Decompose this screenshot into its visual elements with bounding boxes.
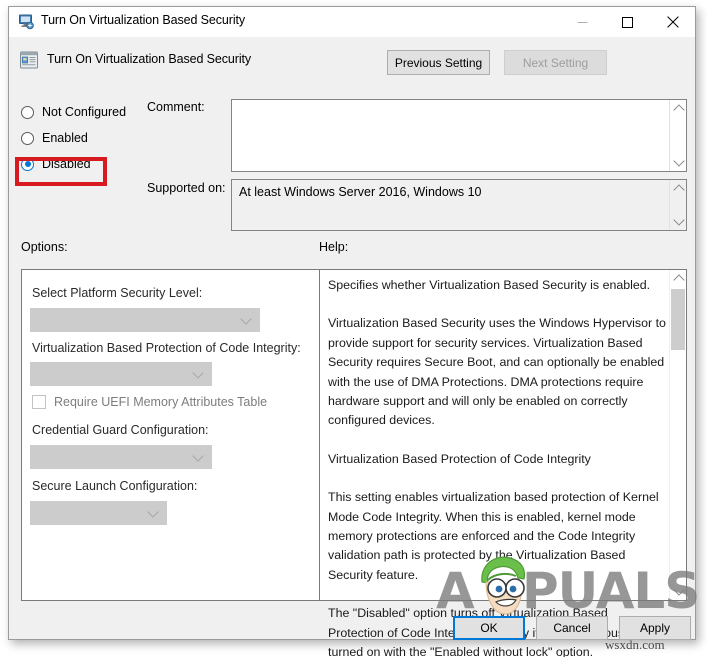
next-setting-button[interactable]: Next Setting (504, 50, 607, 75)
radio-label: Disabled (42, 157, 91, 171)
chevron-down-icon (147, 506, 159, 518)
scroll-down-icon[interactable] (670, 213, 687, 230)
radio-label: Not Configured (42, 105, 127, 119)
scroll-up-icon[interactable] (670, 180, 687, 197)
help-paragraph: Virtualization Based Security uses the W… (328, 316, 666, 428)
chevron-down-icon (192, 367, 204, 379)
setting-navigation: Previous Setting Next Setting (387, 50, 607, 75)
scroll-up-icon[interactable] (670, 270, 687, 287)
help-paragraph: This setting enables virtualization base… (328, 490, 659, 582)
previous-setting-button[interactable]: Previous Setting (387, 50, 490, 75)
configuration-state-group: Not Configured Enabled Disabled (21, 99, 151, 177)
help-panel: Specifies whether Virtualization Based S… (319, 269, 687, 657)
supported-on-label: Supported on: (147, 181, 226, 195)
scrollbar-thumb[interactable] (671, 289, 685, 350)
help-scrollbar[interactable] (669, 270, 686, 600)
checkbox-label: Require UEFI Memory Attributes Table (54, 395, 268, 409)
scroll-down-icon[interactable] (670, 154, 687, 171)
comment-input[interactable] (231, 99, 687, 172)
radio-icon (21, 131, 34, 145)
chevron-down-icon (192, 450, 204, 462)
require-uefi-memory-attributes-checkbox[interactable]: Require UEFI Memory Attributes Table (32, 395, 267, 409)
credential-guard-label: Credential Guard Configuration: (32, 423, 209, 437)
credential-guard-combobox[interactable] (30, 445, 212, 469)
minimize-button[interactable] (560, 7, 605, 37)
maximize-button[interactable] (605, 7, 650, 37)
options-label: Options: (21, 240, 68, 254)
scroll-up-icon[interactable] (670, 100, 687, 117)
radio-selected-icon (21, 157, 34, 171)
code-integrity-protection-combobox[interactable] (30, 362, 212, 386)
policy-setting-icon (18, 14, 35, 30)
options-panel: Select Platform Security Level: Virtuali… (21, 269, 321, 601)
scroll-down-icon[interactable] (670, 583, 687, 600)
comment-label: Comment: (147, 100, 205, 114)
ok-button[interactable]: OK (453, 616, 525, 640)
radio-enabled[interactable]: Enabled (21, 125, 151, 151)
comment-scrollbar[interactable] (669, 100, 686, 171)
help-paragraph: Specifies whether Virtualization Based S… (328, 278, 651, 292)
setting-name: Turn On Virtualization Based Security (47, 52, 252, 66)
help-paragraph: Virtualization Based Protection of Code … (328, 451, 591, 466)
group-policy-setting-dialog: Turn On Virtualization Based Security Tu… (8, 6, 696, 657)
platform-security-level-label: Select Platform Security Level: (32, 286, 203, 300)
setting-header: Turn On Virtualization Based Security Pr… (9, 37, 695, 89)
supported-on-value: At least Windows Server 2016, Windows 10 (239, 185, 482, 199)
secure-launch-label: Secure Launch Configuration: (32, 479, 198, 493)
close-icon[interactable] (650, 7, 695, 37)
code-integrity-protection-label: Virtualization Based Protection of Code … (32, 341, 301, 355)
checkbox-icon (32, 395, 46, 409)
radio-icon (21, 105, 34, 119)
radio-not-configured[interactable]: Not Configured (21, 99, 151, 125)
source-watermark: wsxdn.com (605, 637, 665, 652)
supported-on-scrollbar[interactable] (669, 180, 686, 230)
help-label: Help: (319, 240, 349, 254)
help-text-body: Specifies whether Virtualization Based S… (328, 276, 666, 657)
secure-launch-combobox[interactable] (30, 501, 167, 525)
chevron-down-icon (240, 313, 252, 325)
platform-security-level-combobox[interactable] (30, 308, 260, 332)
screenshot-root: Turn On Virtualization Based Security Tu… (0, 0, 707, 657)
radio-disabled[interactable]: Disabled (21, 151, 151, 177)
radio-label: Enabled (42, 131, 88, 145)
window-controls (560, 7, 695, 37)
group-policy-icon (19, 50, 39, 70)
cancel-button[interactable]: Cancel (536, 616, 608, 640)
window-title: Turn On Virtualization Based Security (41, 13, 246, 27)
title-bar: Turn On Virtualization Based Security (9, 7, 695, 37)
supported-on-field[interactable]: At least Windows Server 2016, Windows 10 (231, 179, 687, 231)
